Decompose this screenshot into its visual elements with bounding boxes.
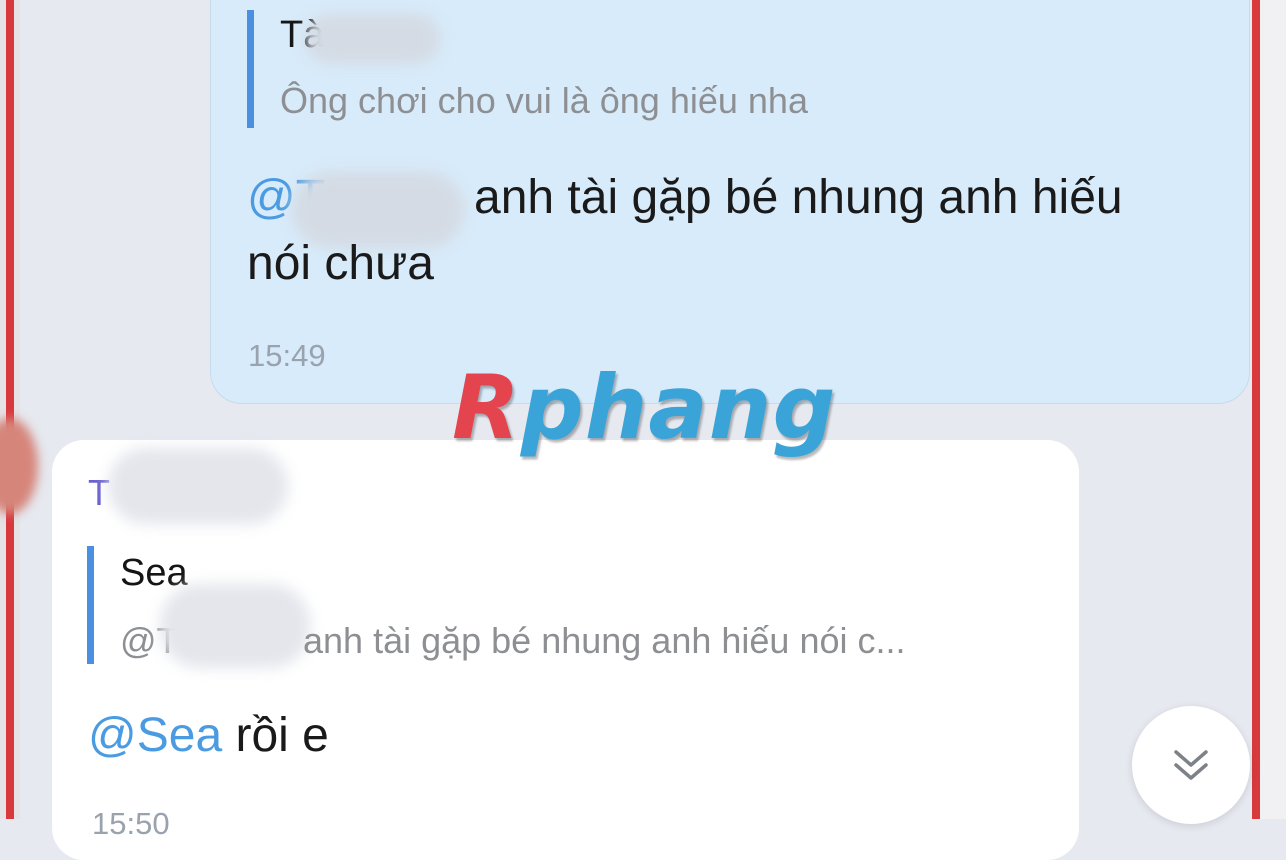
received-text-body: rồi e [222,709,329,762]
rphang-watermark-logo: Rphang [452,356,837,459]
double-chevron-down-icon [1174,750,1208,780]
left-red-bar [6,0,14,819]
sent-quote-bar [247,10,254,128]
sent-message-text-line2: nói chưa [247,237,434,290]
received-message-time: 15:50 [92,806,170,841]
received-mention[interactable]: @Sea [88,709,222,762]
redacted-sender-blur [305,14,440,64]
redacted-sender-blur [108,448,288,524]
received-quote-sender: Sea [120,552,188,594]
sent-message-time: 15:49 [248,338,326,373]
sent-quote-text: Ông chơi cho vui là ông hiếu nha [280,80,808,121]
redacted-quote-blur [160,584,310,668]
received-quote-bar [87,546,94,664]
received-message-text: @Sea rồi e [88,708,329,763]
right-red-bar [1252,0,1260,819]
scroll-to-bottom-button[interactable] [1132,706,1250,824]
received-sender-name[interactable]: T [88,472,110,514]
sent-message-text-line1: anh tài gặp bé nhung anh hiếu [474,171,1123,224]
received-quote-text: anh tài gặp bé nhung anh hiếu nói c... [303,620,906,661]
left-frame-border [0,0,20,819]
sender-avatar[interactable] [0,418,38,514]
right-frame-border [1252,0,1286,819]
